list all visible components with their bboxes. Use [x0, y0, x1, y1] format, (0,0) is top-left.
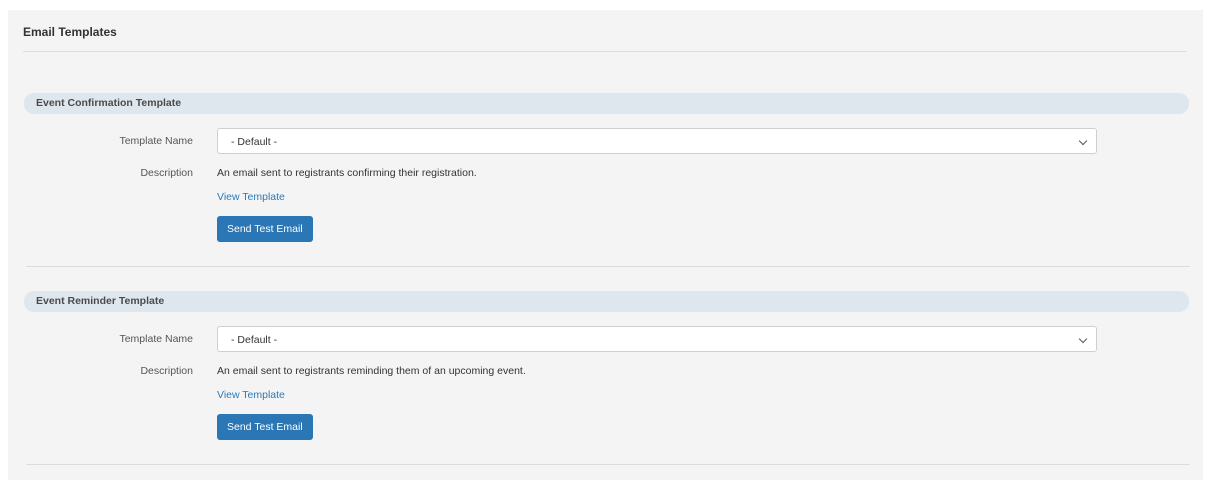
panel-title: Email Templates: [23, 25, 117, 39]
send-test-email-button-confirmation[interactable]: Send Test Email: [217, 216, 313, 242]
description-label: Description: [140, 365, 193, 377]
section-divider: [26, 266, 1190, 267]
description-label: Description: [140, 167, 193, 179]
chevron-down-icon: [1078, 136, 1088, 146]
template-name-select-reminder[interactable]: - Default -: [217, 326, 1097, 352]
section-header-reminder: Event Reminder Template: [24, 291, 1189, 312]
description-text-reminder: An email sent to registrants reminding t…: [217, 365, 526, 377]
view-template-link-reminder[interactable]: View Template: [217, 389, 285, 401]
event-confirmation-section: Event Confirmation Template Template Nam…: [24, 93, 1189, 242]
template-name-select-confirmation[interactable]: - Default -: [217, 128, 1097, 154]
select-value: - Default -: [231, 136, 278, 148]
chevron-down-icon: [1078, 334, 1088, 344]
email-templates-panel: Email Templates Event Confirmation Templ…: [8, 10, 1203, 480]
description-text-confirmation: An email sent to registrants confirming …: [217, 167, 477, 179]
template-name-label: Template Name: [119, 333, 193, 345]
view-template-link-confirmation[interactable]: View Template: [217, 191, 285, 203]
title-divider: [23, 51, 1186, 52]
send-test-email-button-reminder[interactable]: Send Test Email: [217, 414, 313, 440]
event-reminder-section: Event Reminder Template Template Name - …: [24, 291, 1189, 440]
select-value: - Default -: [231, 334, 278, 346]
section-header-confirmation: Event Confirmation Template: [24, 93, 1189, 114]
section-divider: [26, 464, 1190, 465]
template-name-label: Template Name: [119, 135, 193, 147]
